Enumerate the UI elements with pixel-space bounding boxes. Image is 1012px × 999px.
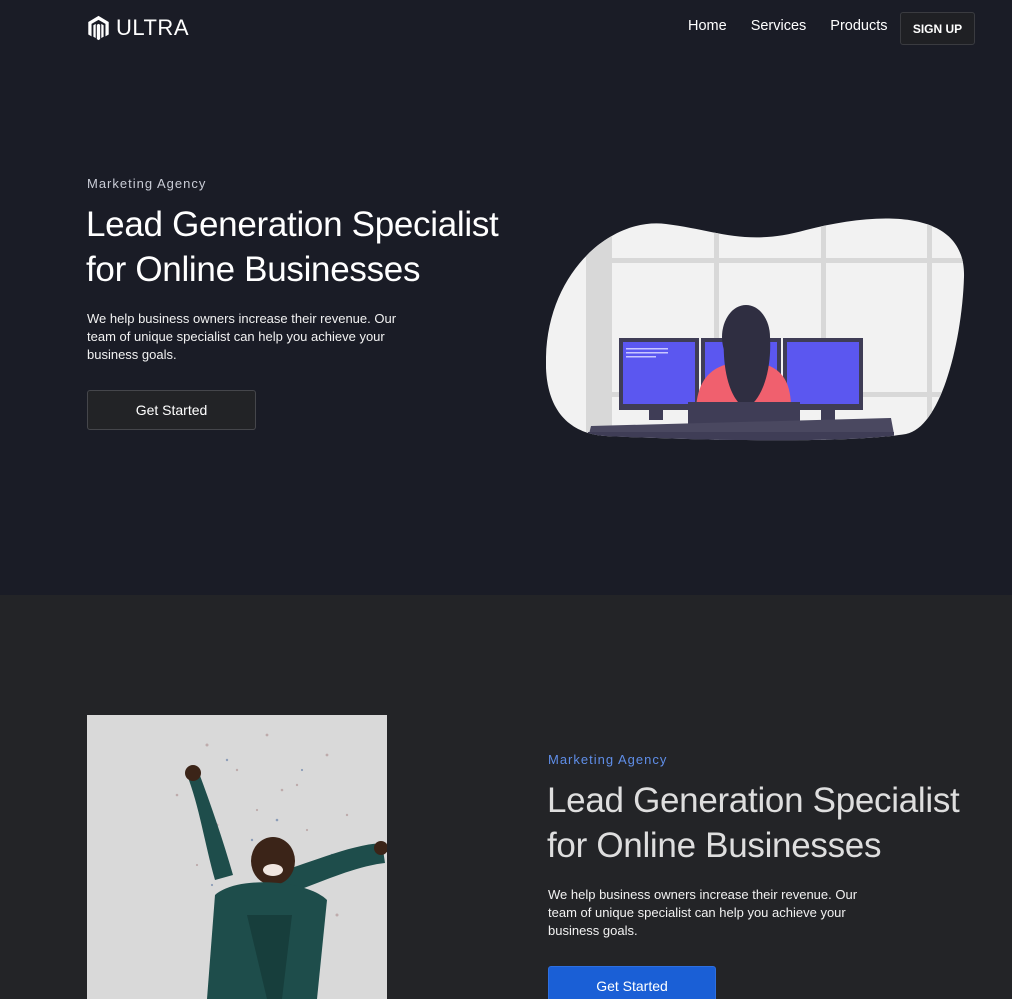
brand-logo[interactable]: ULTRA [87,15,189,41]
page: Marketing Agency Lead Generation Special… [0,0,1012,999]
magento-logo-icon [88,15,109,41]
feature-title: Lead Generation Specialist for Online Bu… [547,778,987,868]
get-started-button-primary[interactable]: Get Started [548,966,716,999]
feature-eyebrow: Marketing Agency [548,752,668,767]
brand-name: ULTRA [116,15,189,40]
feature-title-line1: Lead Generation Specialist [547,781,960,820]
nav-link-services[interactable]: Services [751,18,807,34]
top-navbar: ULTRA Home Services Products SIGN UP [0,0,1012,56]
feature-section: Marketing Agency Lead Generation Special… [0,595,1012,999]
hero-title: Lead Generation Specialist for Online Bu… [86,202,526,292]
nav-link-home[interactable]: Home [688,18,727,34]
confetti-photo-art [87,715,387,999]
feature-description: We help business owners increase their r… [548,887,858,938]
sign-up-button[interactable]: SIGN UP [900,12,975,45]
hero-title-line2: for Online Businesses [86,250,421,289]
hero-title-line1: Lead Generation Specialist [86,205,499,244]
hero-eyebrow: Marketing Agency [87,176,207,191]
get-started-button[interactable]: Get Started [87,390,256,430]
celebrating-woman-confetti-photo [87,715,387,999]
nav-link-products[interactable]: Products [830,18,887,34]
main-nav: Home Services Products [688,18,888,34]
feature-title-line2: for Online Businesses [547,826,882,865]
hero-description: We help business owners increase their r… [87,311,397,362]
hero-section: Marketing Agency Lead Generation Special… [0,0,1012,595]
woman-at-computers-illustration [546,218,965,441]
